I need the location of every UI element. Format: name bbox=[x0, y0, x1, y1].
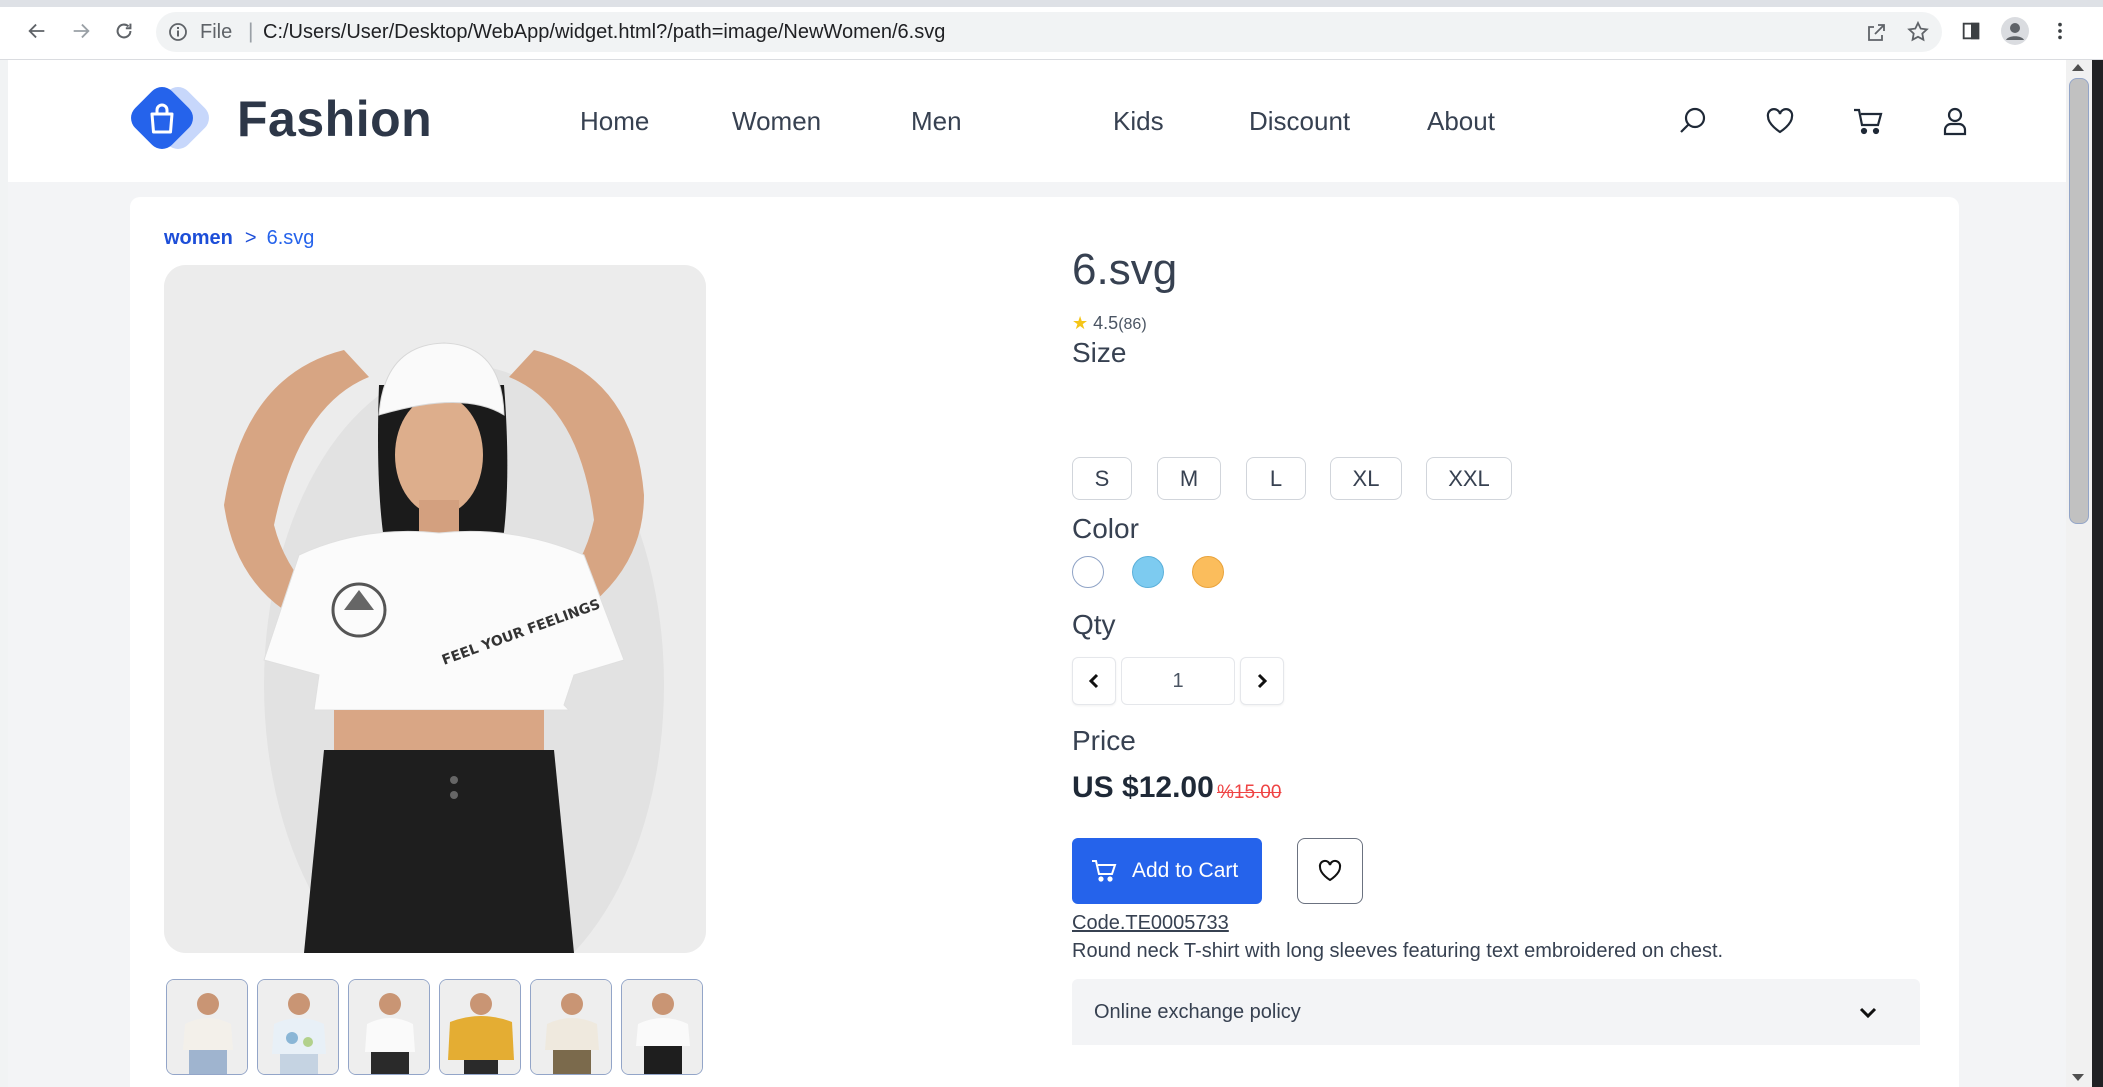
nav-discount[interactable]: Discount bbox=[1249, 106, 1350, 137]
thumbnail-4[interactable] bbox=[439, 979, 521, 1075]
product-rating: ★ 4.5(86) bbox=[1072, 313, 1147, 334]
price-label: Price bbox=[1072, 725, 1136, 756]
breadcrumb-separator: > bbox=[244, 227, 257, 249]
add-to-cart-label: Add to Cart bbox=[1132, 859, 1239, 882]
address-bar[interactable]: File | C:/Users/User/Desktop/WebApp/widg… bbox=[156, 12, 1942, 52]
product-description: Round neck T-shirt with long sleeves fea… bbox=[1072, 940, 1724, 962]
scroll-up-arrow-icon[interactable] bbox=[2072, 64, 2084, 71]
search-icon[interactable] bbox=[1676, 104, 1710, 138]
heart-icon bbox=[1318, 859, 1342, 882]
menu-kebab-icon[interactable] bbox=[2043, 14, 2077, 48]
exchange-policy-accordion[interactable]: Online exchange policy bbox=[1072, 979, 1920, 1045]
qty-input[interactable] bbox=[1121, 657, 1235, 705]
product-card: women >6.svg FEEL YOUR FEELINGS 6.svg ★ … bbox=[130, 197, 1959, 1087]
price-current: US $12.00 bbox=[1072, 771, 1214, 804]
tab-strip bbox=[0, 0, 2103, 7]
side-panel-icon[interactable] bbox=[1954, 14, 1988, 48]
chevron-down-icon bbox=[1859, 1007, 1877, 1019]
site-header: Fashion Home Women Men Kids Discount Abo… bbox=[8, 60, 2066, 182]
reload-icon[interactable] bbox=[107, 14, 141, 48]
back-icon[interactable] bbox=[20, 14, 54, 48]
chevron-left-icon bbox=[1088, 673, 1099, 689]
price-old: %15.00 bbox=[1217, 782, 1282, 803]
size-l-button[interactable]: L bbox=[1246, 457, 1306, 500]
nav-men[interactable]: Men bbox=[911, 106, 962, 137]
heart-icon[interactable] bbox=[1763, 104, 1797, 138]
thumbnail-3[interactable] bbox=[348, 979, 430, 1075]
thumbnail-6[interactable] bbox=[621, 979, 703, 1075]
star-icon: ★ bbox=[1072, 313, 1089, 333]
window-edge bbox=[2092, 60, 2103, 1087]
qty-increase-button[interactable] bbox=[1240, 657, 1284, 705]
size-s-button[interactable]: S bbox=[1072, 457, 1132, 500]
cart-icon[interactable] bbox=[1851, 104, 1885, 138]
url-text[interactable]: C:/Users/User/Desktop/WebApp/widget.html… bbox=[263, 21, 945, 44]
qty-decrease-button[interactable] bbox=[1072, 657, 1116, 705]
color-swatch-orange[interactable] bbox=[1192, 556, 1224, 588]
size-m-button[interactable]: M bbox=[1157, 457, 1221, 500]
product-main-image[interactable]: FEEL YOUR FEELINGS bbox=[164, 265, 706, 953]
rating-value: 4.5 bbox=[1093, 313, 1119, 333]
product-title: 6.svg bbox=[1072, 245, 1178, 294]
cart-icon bbox=[1092, 860, 1117, 882]
breadcrumb: women >6.svg bbox=[164, 227, 314, 250]
nav-women[interactable]: Women bbox=[732, 106, 821, 137]
size-label: Size bbox=[1072, 337, 1127, 368]
nav-home[interactable]: Home bbox=[580, 106, 649, 137]
breadcrumb-current[interactable]: 6.svg bbox=[267, 227, 315, 249]
product-code[interactable]: Code.TE0005733 bbox=[1072, 912, 1229, 935]
file-label: File bbox=[200, 21, 233, 43]
user-icon[interactable] bbox=[1938, 104, 1972, 138]
qty-label: Qty bbox=[1072, 609, 1116, 640]
nav-kids[interactable]: Kids bbox=[1113, 106, 1164, 137]
share-icon[interactable] bbox=[1864, 21, 1888, 45]
color-swatch-white[interactable] bbox=[1072, 556, 1104, 588]
forward-icon[interactable] bbox=[64, 14, 98, 48]
add-to-cart-button[interactable]: Add to Cart bbox=[1072, 838, 1262, 904]
color-label: Color bbox=[1072, 513, 1139, 544]
exchange-policy-label: Online exchange policy bbox=[1094, 1001, 1301, 1023]
profile-avatar-icon[interactable] bbox=[1998, 14, 2032, 48]
thumbnail-strip bbox=[166, 979, 706, 1075]
chevron-right-icon bbox=[1257, 673, 1268, 689]
page-viewport: Fashion Home Women Men Kids Discount Abo… bbox=[8, 60, 2066, 1087]
rating-count: (86) bbox=[1118, 316, 1147, 333]
thumbnail-2[interactable] bbox=[257, 979, 339, 1075]
shopping-bag-logo-icon[interactable] bbox=[122, 84, 222, 160]
thumbnail-5[interactable] bbox=[530, 979, 612, 1075]
scrollbar-thumb[interactable] bbox=[2069, 78, 2089, 524]
size-xl-button[interactable]: XL bbox=[1330, 457, 1402, 500]
browser-toolbar: File | C:/Users/User/Desktop/WebApp/widg… bbox=[0, 0, 2103, 60]
size-xxl-button[interactable]: XXL bbox=[1426, 457, 1512, 500]
color-swatch-blue[interactable] bbox=[1132, 556, 1164, 588]
bookmark-star-icon[interactable] bbox=[1906, 20, 1930, 44]
scroll-down-arrow-icon[interactable] bbox=[2072, 1074, 2084, 1081]
nav-about[interactable]: About bbox=[1427, 106, 1495, 137]
url-separator: | bbox=[248, 20, 254, 43]
info-icon[interactable] bbox=[168, 22, 188, 42]
breadcrumb-women[interactable]: women bbox=[164, 227, 233, 249]
brand-name[interactable]: Fashion bbox=[237, 90, 432, 148]
add-to-wishlist-button[interactable] bbox=[1297, 838, 1363, 904]
thumbnail-1[interactable] bbox=[166, 979, 248, 1075]
